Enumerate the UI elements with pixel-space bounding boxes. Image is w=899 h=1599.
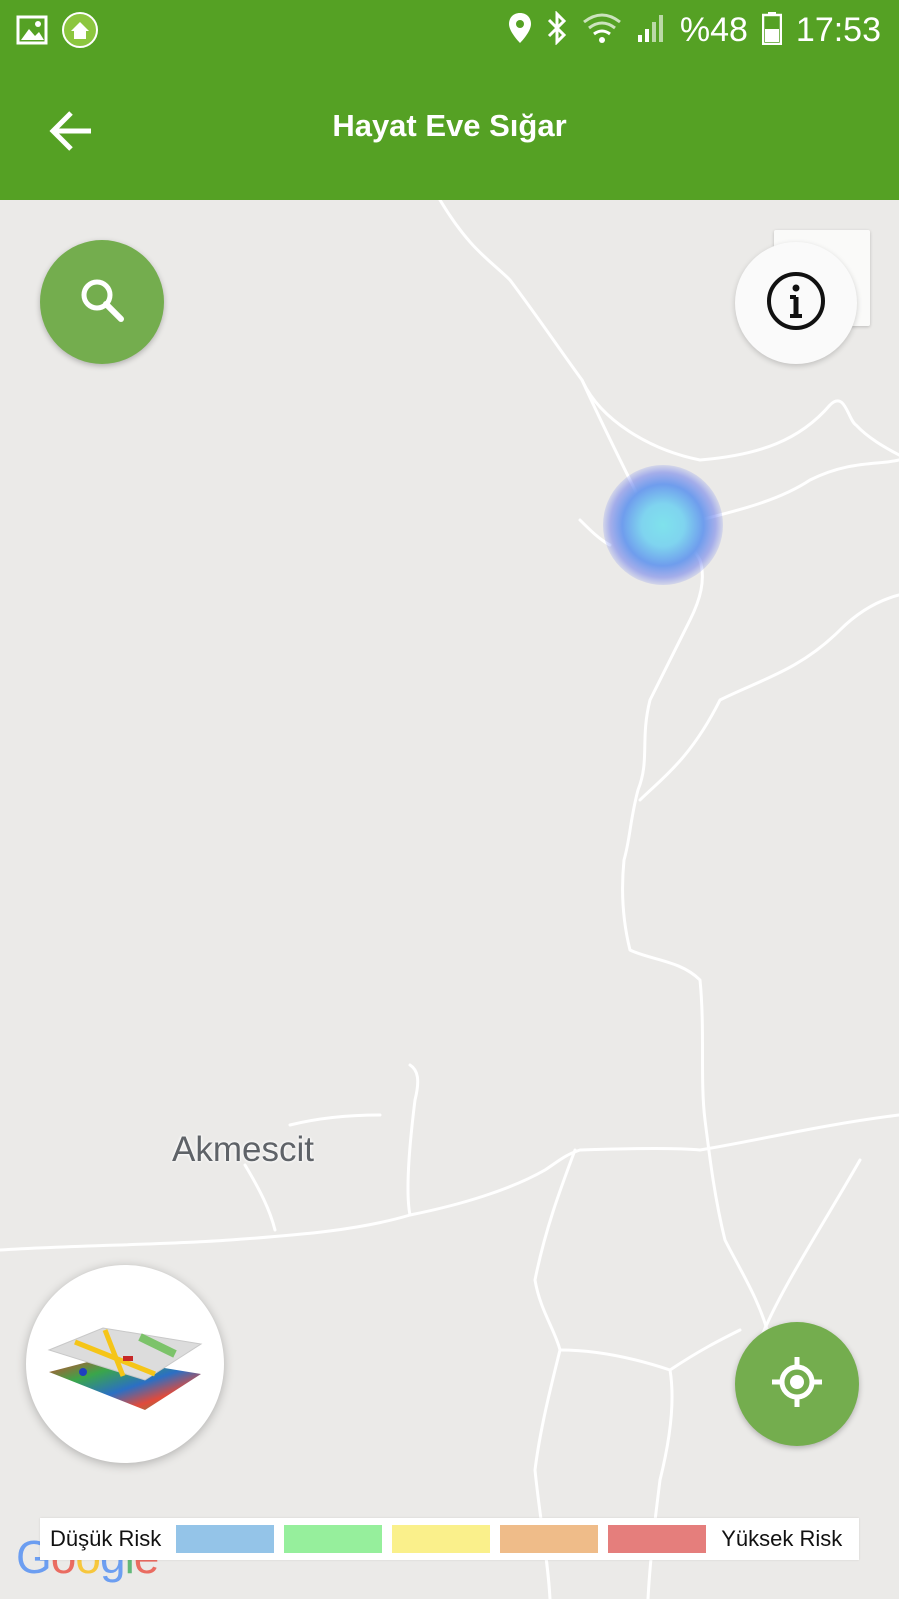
crosshair-icon [769,1354,825,1415]
signal-icon [636,13,666,48]
clock: 17:53 [795,11,881,49]
map-layers-icon [45,1302,205,1427]
gallery-icon [16,15,48,50]
risk-legend: Düşük Risk Yüksek Risk [40,1518,859,1560]
search-icon [79,277,125,328]
wifi-icon [582,12,622,49]
map-layers-button[interactable] [26,1265,224,1463]
app-bar: Hayat Eve Sığar [0,62,899,200]
risk-heat-spot [603,465,723,585]
legend-swatch-4 [500,1525,599,1553]
legend-low-label: Düşük Risk [50,1526,162,1551]
app-home-icon [62,12,98,53]
map-place-label: Akmescit [172,1130,314,1169]
info-button[interactable] [735,242,857,364]
legend-high-label: Yüksek Risk [721,1526,843,1551]
page-title: Hayat Eve Sığar [332,108,567,143]
bluetooth-icon [546,9,568,50]
status-bar: %48 17:53 [0,0,899,62]
location-icon [508,12,532,49]
battery-icon [761,11,783,50]
my-location-button[interactable] [735,1322,859,1446]
legend-swatch-5 [608,1525,707,1553]
battery-percent: %48 [679,11,748,49]
search-button[interactable] [40,240,164,364]
legend-swatch-3 [392,1525,491,1553]
info-icon [765,270,827,337]
legend-swatch-1 [176,1525,275,1553]
legend-swatch-2 [284,1525,383,1553]
